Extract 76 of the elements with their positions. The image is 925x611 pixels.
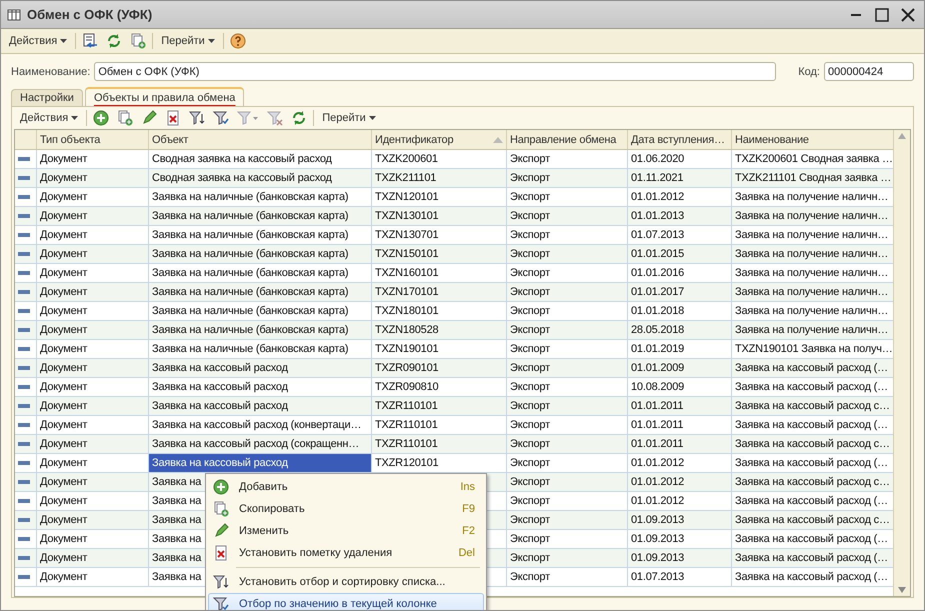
help-icon	[230, 33, 246, 49]
copy-icon	[130, 33, 146, 49]
field-label: Наименование:	[11, 66, 90, 78]
close-icon	[901, 8, 915, 22]
document-marker-icon	[18, 461, 30, 465]
filter-icon	[213, 574, 229, 590]
filter-icon	[213, 596, 229, 610]
column-header[interactable]: Объект	[149, 130, 372, 149]
caret-icon	[71, 116, 78, 120]
toolbar-button[interactable]	[228, 31, 248, 51]
document-marker-icon	[18, 233, 30, 237]
menu-item[interactable]: Отбор по значению в текущей колонке	[208, 593, 484, 610]
document-arrow-icon	[82, 33, 98, 49]
refresh-icon	[106, 33, 122, 49]
copy-icon	[213, 501, 229, 517]
document-marker-icon	[18, 404, 30, 408]
column-header[interactable]: Тип объекта	[37, 130, 149, 149]
caret-icon	[368, 116, 376, 120]
table-icon	[7, 8, 21, 22]
delete-icon	[213, 545, 229, 561]
document-marker-icon	[18, 252, 30, 256]
document-marker-icon	[18, 518, 30, 522]
document-marker-icon	[18, 347, 30, 351]
pencil-icon	[141, 110, 158, 126]
document-marker-icon	[18, 271, 30, 275]
selected-cell[interactable]: Заявка на кассовый расход	[149, 454, 372, 473]
table-cell: Экспорт	[507, 568, 628, 587]
field-label: Код:	[798, 66, 820, 78]
document-marker-icon	[18, 480, 30, 484]
caret-icon	[60, 39, 68, 43]
minimize-icon	[851, 14, 861, 16]
refresh-icon	[291, 110, 308, 126]
menu-button[interactable]: Действия	[16, 110, 82, 126]
document-marker-icon	[18, 157, 30, 161]
column-header[interactable]: Дата вступления…	[628, 130, 732, 149]
document-marker-icon	[18, 309, 30, 313]
scroll-down-icon	[898, 587, 906, 593]
tab[interactable]: Объекты и правила обмена	[84, 87, 244, 106]
add-icon	[213, 479, 229, 495]
document-marker-icon	[18, 575, 30, 579]
table-cell: Документ	[37, 568, 149, 587]
column-header[interactable]: Идентификатор	[372, 130, 507, 149]
maximize-icon	[875, 8, 889, 22]
document-marker-icon	[18, 328, 30, 332]
document-marker-icon	[18, 556, 30, 560]
filter-off-icon	[267, 110, 284, 126]
menu-button[interactable]: Действия	[5, 33, 72, 49]
copy-icon	[117, 110, 134, 126]
code-field[interactable]: 000000424	[824, 62, 914, 81]
document-marker-icon	[18, 423, 30, 427]
document-marker-icon	[18, 537, 30, 541]
window-title: Обмен с ОФК (УФК)	[27, 7, 154, 22]
delete-icon	[165, 110, 182, 126]
pencil-icon	[213, 523, 229, 539]
caret-icon	[208, 39, 215, 43]
name-field[interactable]: Обмен с ОФК (УФК)	[94, 62, 776, 81]
menu-button[interactable]: Перейти	[318, 110, 380, 126]
document-marker-icon	[18, 195, 30, 199]
document-marker-icon	[18, 214, 30, 218]
toolbar-button[interactable]	[91, 108, 112, 128]
document-marker-icon	[18, 366, 30, 370]
tab[interactable]: Настройки	[11, 89, 83, 106]
table-cell: 01.07.2013	[628, 568, 732, 587]
document-marker-icon	[18, 442, 30, 446]
filter-icon	[189, 110, 206, 126]
menu-button[interactable]: Перейти	[157, 33, 219, 49]
column-header[interactable]: Направление обмена	[507, 130, 628, 149]
filter-icon	[237, 110, 260, 126]
document-marker-icon	[18, 290, 30, 294]
document-marker-icon	[18, 385, 30, 389]
scroll-up-icon	[898, 133, 906, 139]
add-icon	[93, 110, 110, 126]
document-marker-icon	[18, 499, 30, 503]
document-marker-icon	[18, 176, 30, 180]
scrollbar[interactable]	[893, 130, 910, 596]
filter-icon	[213, 110, 230, 126]
